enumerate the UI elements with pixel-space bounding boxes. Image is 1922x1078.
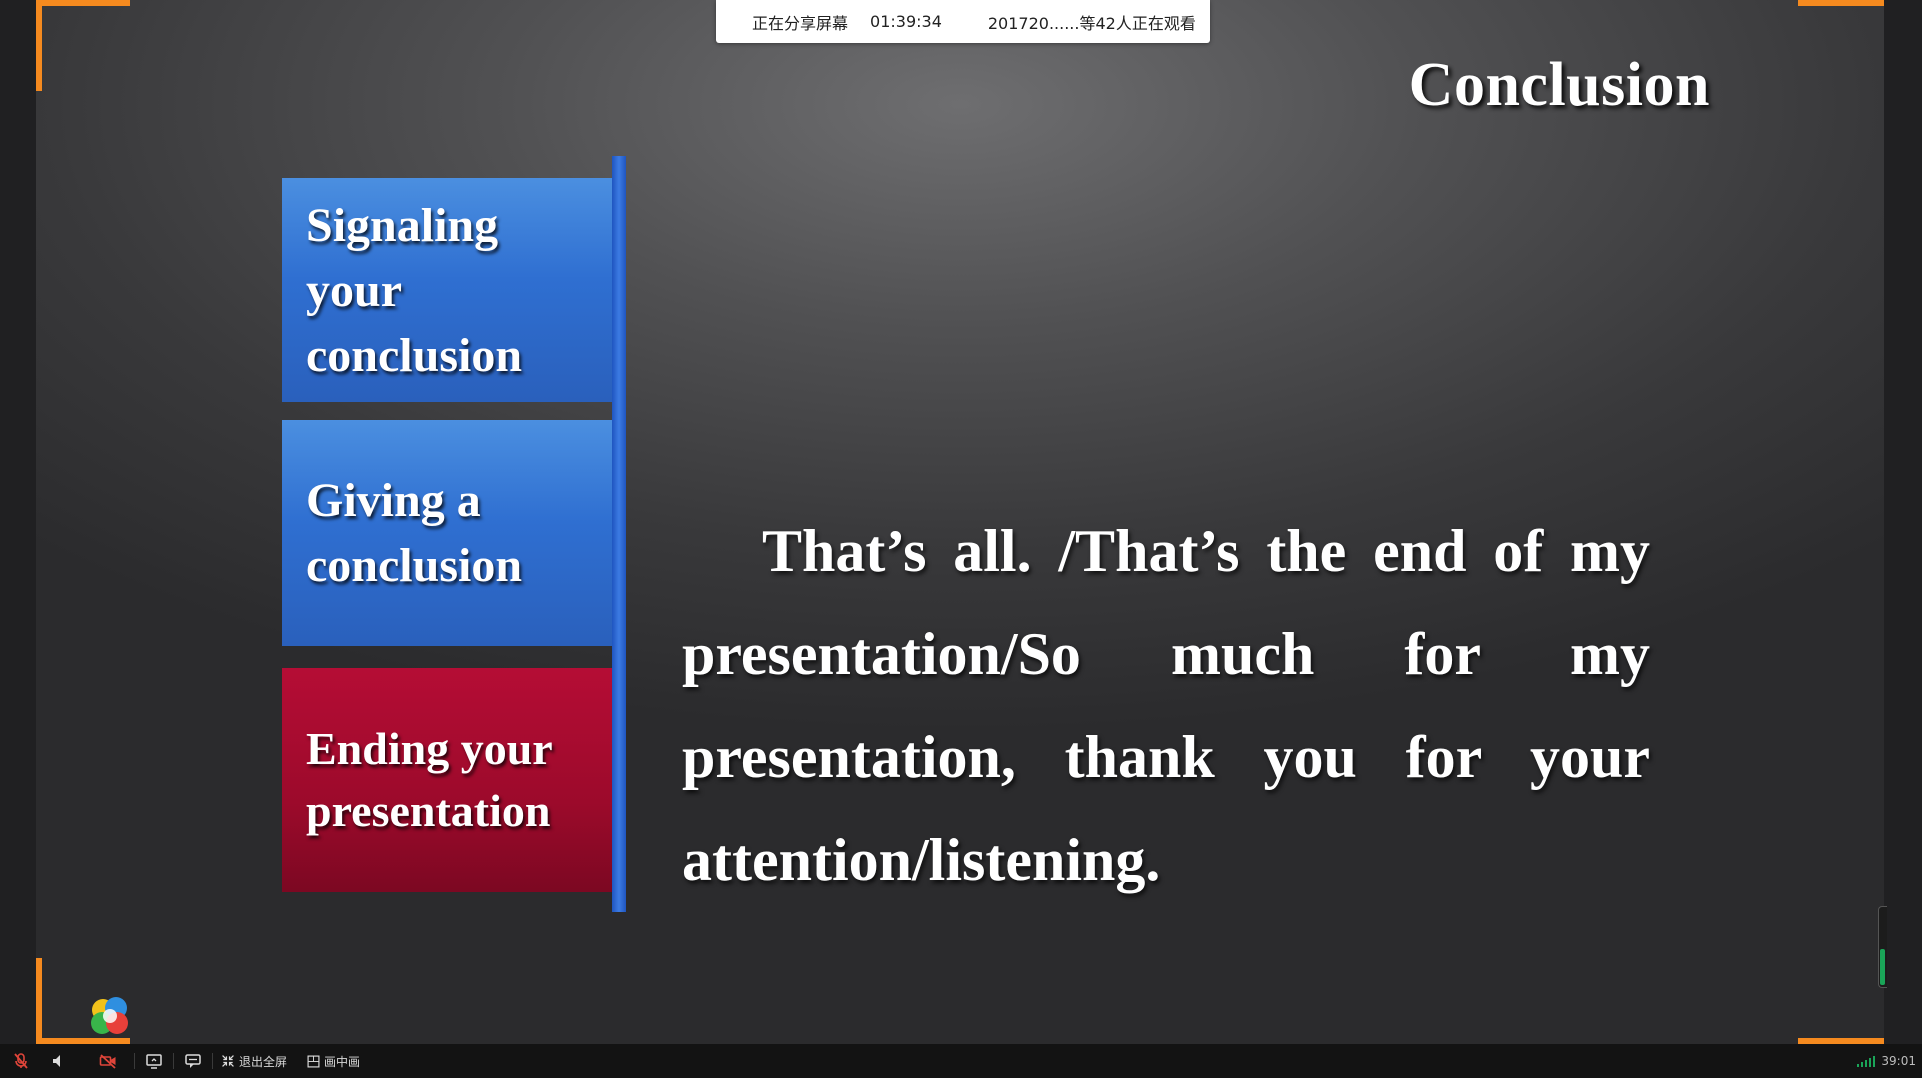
slide-title: Conclusion (1408, 51, 1710, 119)
share-status-text: 正在分享屏幕 (752, 13, 849, 33)
screen-share-button[interactable] (143, 1044, 165, 1078)
speaker-button[interactable] (48, 1044, 70, 1078)
signal-strength-icon (1857, 1056, 1876, 1067)
menu-box-label: Giving a conclusion (306, 474, 523, 592)
exit-fullscreen-icon (222, 1055, 234, 1067)
menu-box-ending: Ending your presentation (282, 668, 612, 892)
chat-icon (185, 1054, 201, 1068)
toolbar-time: 39:01 (1881, 1054, 1916, 1068)
toolbar-status: 39:01 (1857, 1044, 1916, 1078)
frame-corner-top-right (1798, 0, 1884, 6)
side-panel-handle[interactable] (1878, 906, 1887, 988)
menu-divider-bar (612, 156, 626, 912)
camera-off-icon (99, 1054, 116, 1069)
shared-slide: Conclusion Signaling your conclusion Giv… (36, 0, 1884, 1044)
screen-share-icon (146, 1054, 162, 1069)
share-timer: 01:39:34 (870, 12, 942, 31)
menu-box-label: Signaling your conclusion (306, 198, 523, 382)
bottom-toolbar: 退出全屏 画中画 39:01 (0, 1044, 1922, 1078)
share-viewers-text: 201720......等42人正在观看 (987, 13, 1196, 33)
picture-in-picture-label: 画中画 (324, 1054, 361, 1069)
side-panel-level (1880, 949, 1885, 985)
camera-toggle-button[interactable] (96, 1044, 120, 1078)
screen: Conclusion Signaling your conclusion Giv… (0, 0, 1922, 1078)
chat-button[interactable] (182, 1044, 204, 1078)
toolbar-separator (212, 1053, 213, 1069)
toolbar-separator (134, 1053, 135, 1069)
mic-toggle-button[interactable] (10, 1044, 32, 1078)
slide-body-text: That’s all. /That’s the end of my presen… (682, 518, 1650, 893)
toolbar-separator (173, 1053, 174, 1069)
app-logo-icon (91, 997, 128, 1034)
picture-in-picture-button[interactable]: 画中画 (307, 1044, 360, 1078)
menu-box-label: Ending your presentation (306, 723, 552, 836)
menu-box-giving: Giving a conclusion (282, 420, 612, 646)
speaker-icon (53, 1055, 60, 1067)
mic-muted-icon (14, 1053, 28, 1069)
screen-share-banner: 正在分享屏幕 01:39:34 201720......等42人正在观看 (716, 0, 1210, 43)
menu-box-signaling: Signaling your conclusion (282, 178, 612, 402)
exit-fullscreen-label: 退出全屏 (239, 1054, 288, 1069)
exit-fullscreen-button[interactable]: 退出全屏 (221, 1044, 287, 1078)
frame-corner-top-left (36, 0, 130, 91)
picture-in-picture-icon (307, 1055, 320, 1067)
